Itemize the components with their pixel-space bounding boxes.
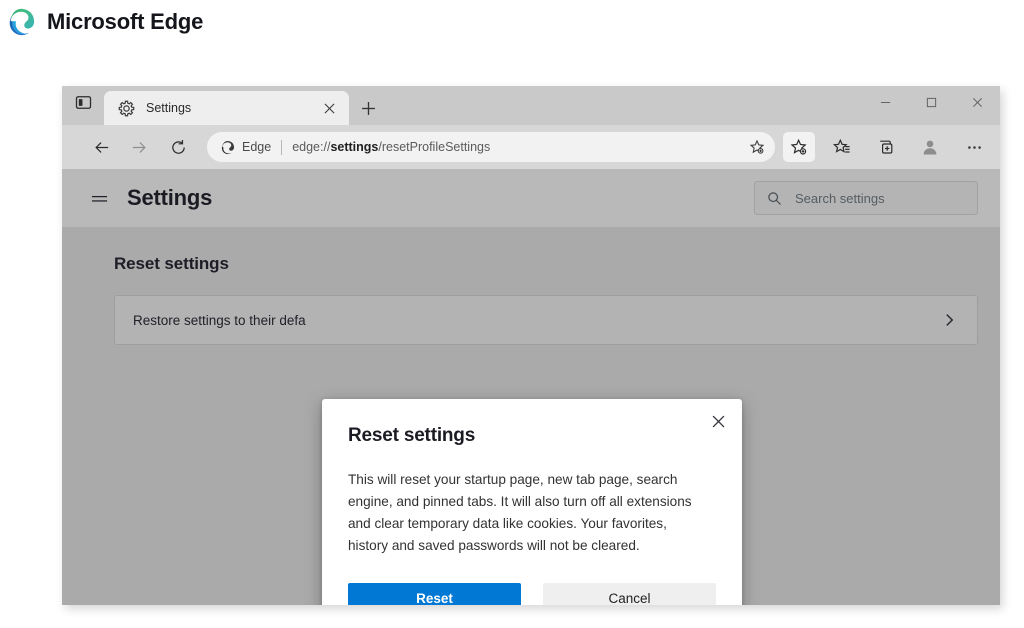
url-bold-segment: settings xyxy=(330,140,379,154)
tab-strip: Settings xyxy=(62,86,1000,125)
dialog-button-row: Reset Cancel xyxy=(348,583,716,605)
settings-content: Reset settings Restore settings to their… xyxy=(62,227,1000,605)
tab-close-button[interactable] xyxy=(318,97,340,119)
restore-settings-label: Restore settings to their defa xyxy=(133,312,306,328)
refresh-button[interactable] xyxy=(161,130,195,164)
dialog-body-text: This will reset your startup page, new t… xyxy=(348,472,692,554)
profile-button[interactable] xyxy=(913,131,947,163)
favorites-list-button[interactable] xyxy=(825,131,859,163)
url-prefix: edge:// xyxy=(292,140,331,154)
minimize-button[interactable] xyxy=(862,86,908,118)
arrow-left-icon xyxy=(94,141,108,153)
collections-icon xyxy=(880,140,893,154)
search-icon xyxy=(768,191,781,205)
browser-toolbar: Edge edge://settings/resetProfileSetting… xyxy=(62,125,1000,169)
gear-icon xyxy=(118,100,135,116)
arrow-right-icon xyxy=(132,141,146,153)
url-divider xyxy=(281,139,283,155)
forward-button[interactable] xyxy=(121,130,155,164)
address-bar[interactable]: Edge edge://settings/resetProfileSetting… xyxy=(207,132,775,162)
close-icon xyxy=(712,415,724,427)
hamburger-menu-button[interactable] xyxy=(84,183,114,213)
back-button[interactable] xyxy=(85,130,119,164)
new-tab-button[interactable] xyxy=(349,91,387,125)
chevron-right-icon xyxy=(946,314,954,326)
reset-section-heading: Reset settings xyxy=(114,254,229,273)
settings-header: Settings Search settings xyxy=(62,169,1000,227)
url-text: edge://settings/resetProfileSettings xyxy=(292,140,739,154)
read-aloud-icon xyxy=(749,139,765,154)
maximize-icon xyxy=(926,97,936,107)
edge-logo-icon xyxy=(221,140,235,154)
collections-button[interactable] xyxy=(869,131,903,163)
app-heading: Microsoft Edge xyxy=(6,7,203,37)
favorites-list-icon xyxy=(833,138,850,153)
more-ellipsis-icon xyxy=(967,145,981,149)
reset-button[interactable]: Reset xyxy=(348,583,521,605)
close-icon xyxy=(324,103,334,113)
reset-settings-dialog: Reset settings This will reset your star… xyxy=(322,399,742,605)
url-suffix: /resetProfileSettings xyxy=(378,140,491,154)
tab-actions-button[interactable] xyxy=(62,86,104,125)
window-controls xyxy=(862,86,1000,118)
edge-badge-label: Edge xyxy=(242,140,272,154)
edge-logo-icon xyxy=(9,8,35,36)
add-to-favorites-button[interactable] xyxy=(783,132,815,162)
read-aloud-button[interactable] xyxy=(743,134,771,160)
tab-title: Settings xyxy=(146,101,192,115)
hamburger-menu-icon xyxy=(91,195,107,202)
refresh-icon xyxy=(171,139,185,154)
cancel-button[interactable]: Cancel xyxy=(543,583,716,605)
window-close-button[interactable] xyxy=(954,86,1000,118)
maximize-button[interactable] xyxy=(908,86,954,118)
restore-settings-row[interactable]: Restore settings to their defa xyxy=(114,295,978,345)
star-add-icon xyxy=(790,138,807,155)
dialog-close-button[interactable] xyxy=(704,407,732,435)
tab-actions-icon xyxy=(75,96,91,109)
browser-tab-settings[interactable]: Settings xyxy=(104,91,349,125)
dialog-title: Reset settings xyxy=(348,425,476,446)
search-placeholder: Search settings xyxy=(795,190,885,206)
plus-icon xyxy=(361,101,375,115)
browser-window: Settings Edge edge://settings/resetProfi… xyxy=(62,86,1000,605)
close-icon xyxy=(972,97,982,107)
app-title: Microsoft Edge xyxy=(47,9,204,34)
search-settings-input[interactable]: Search settings xyxy=(754,181,978,215)
page-title: Settings xyxy=(127,185,213,210)
profile-avatar-icon xyxy=(923,140,937,155)
minimize-icon xyxy=(880,101,890,103)
more-options-button[interactable] xyxy=(957,131,991,163)
